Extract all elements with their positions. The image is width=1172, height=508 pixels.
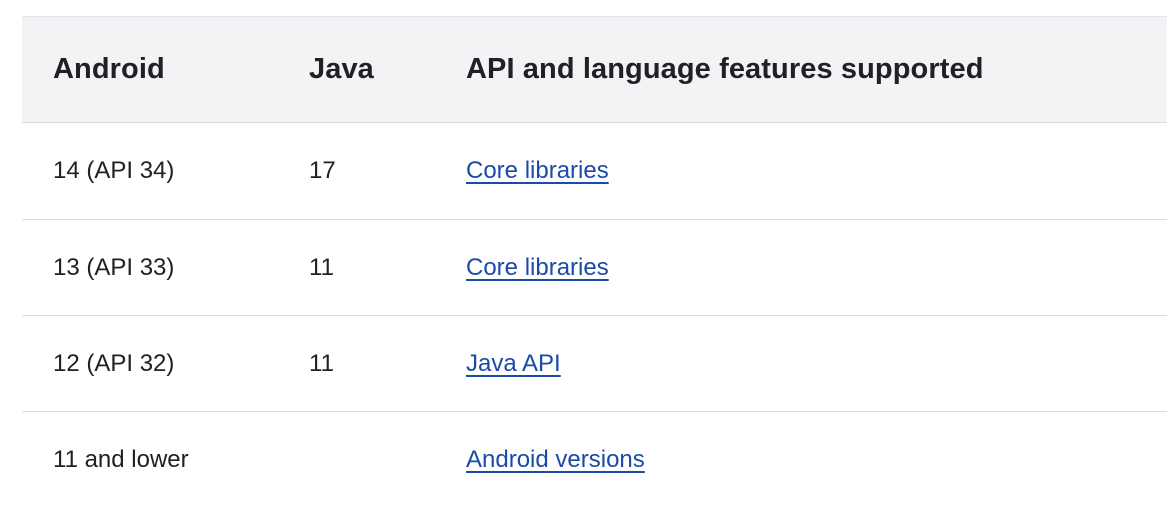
compatibility-table-container: Android Java API and language features s… — [22, 16, 1167, 508]
android-version-cell: 11 and lower — [53, 445, 189, 473]
core-libraries-link[interactable]: Core libraries — [466, 157, 609, 184]
table-row: 11 and lower Android versions — [22, 411, 1167, 508]
header-features: API and language features supported — [466, 53, 984, 85]
java-api-link[interactable]: Java API — [466, 350, 561, 377]
table-row: 14 (API 34) 17 Core libraries — [22, 122, 1167, 220]
header-row: Android Java API and language features s… — [22, 16, 1167, 123]
java-version-cell: 17 — [309, 157, 336, 184]
core-libraries-link[interactable]: Core libraries — [466, 254, 609, 281]
features-cell: Core libraries — [435, 220, 1167, 316]
android-version-cell: 13 (API 33) — [53, 253, 175, 281]
features-cell: Java API — [435, 316, 1167, 412]
features-cell: Core libraries — [435, 123, 1167, 220]
java-version-cell: 11 — [309, 253, 334, 281]
android-version-cell: 12 (API 32) — [53, 349, 175, 377]
android-java-compatibility-table: Android Java API and language features s… — [22, 16, 1167, 508]
header-java: Java — [309, 53, 374, 85]
table-row: 13 (API 33) 11 Core libraries — [22, 219, 1167, 316]
java-version-cell — [278, 412, 435, 508]
table-body: 14 (API 34) 17 Core libraries 13 (API 33… — [22, 122, 1167, 508]
java-version-cell: 11 — [309, 349, 334, 377]
android-versions-link[interactable]: Android versions — [466, 446, 645, 473]
table-row: 12 (API 32) 11 Java API — [22, 315, 1167, 412]
header-android: Android — [53, 53, 165, 85]
android-version-cell: 14 (API 34) — [53, 157, 175, 184]
features-cell: Android versions — [435, 412, 1167, 508]
table-header: Android Java API and language features s… — [22, 16, 1167, 123]
